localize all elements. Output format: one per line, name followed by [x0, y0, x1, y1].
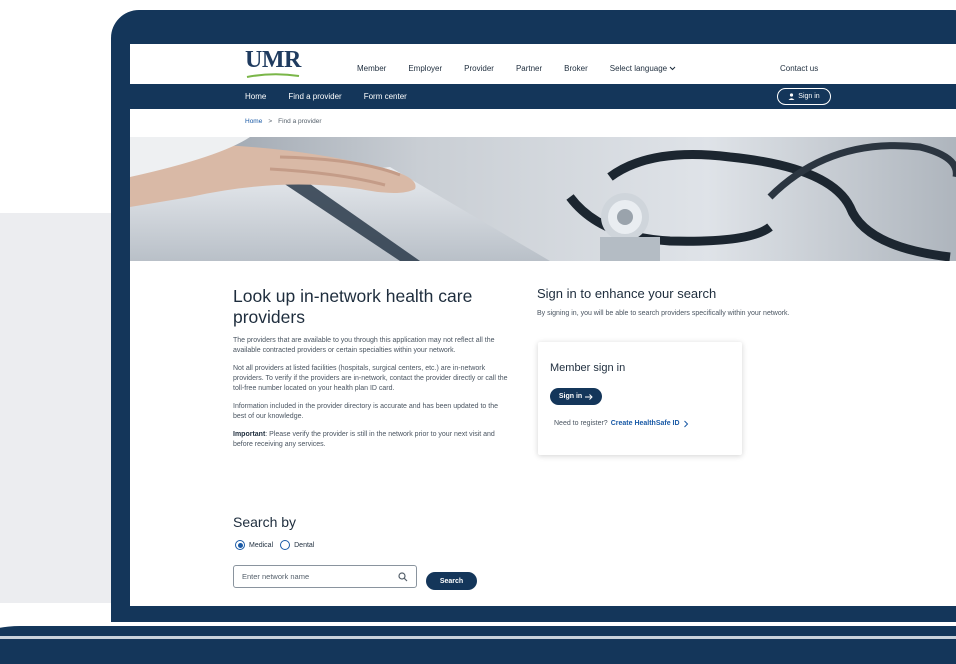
nav-employer[interactable]: Employer — [408, 64, 442, 73]
navbar-form-center[interactable]: Form center — [364, 92, 407, 101]
create-healthsafe-id-link[interactable]: Create HealthSafe ID — [611, 420, 680, 428]
chevron-down-icon — [670, 66, 676, 71]
page-title: Look up in-network health care providers — [233, 286, 473, 327]
main-navbar: Home Find a provider Form center Sign in — [130, 84, 956, 109]
nav-partner[interactable]: Partner — [516, 64, 542, 73]
umr-logo[interactable]: UMR — [245, 48, 301, 78]
logo-swoosh-icon — [246, 73, 300, 78]
navbar-home[interactable]: Home — [245, 92, 266, 101]
contact-us-link[interactable]: Contact us — [780, 64, 818, 73]
language-select[interactable]: Select language — [610, 64, 677, 73]
arrow-right-icon — [585, 393, 593, 400]
medical-radio-label[interactable]: Medical — [249, 542, 273, 549]
breadcrumb-home[interactable]: Home — [245, 118, 262, 125]
intro-paragraph-1: The providers that are available to you … — [233, 337, 495, 354]
sign-in-subtitle: By signing in, you will be able to searc… — [537, 310, 790, 317]
sign-in-heading: Sign in to enhance your search — [537, 286, 717, 301]
header-sign-in-label: Sign in — [798, 93, 820, 100]
stage: UMR Member Employer Provider Partner Bro… — [0, 0, 956, 664]
main-content: Look up in-network health care providers… — [233, 286, 513, 450]
intro-paragraph-2: Not all providers at listed facilities (… — [233, 365, 508, 392]
nav-provider[interactable]: Provider — [464, 64, 494, 73]
header-sign-in-button[interactable]: Sign in — [777, 88, 831, 105]
top-header: UMR Member Employer Provider Partner Bro… — [130, 44, 956, 84]
navbar-links: Home Find a provider Form center — [245, 92, 429, 101]
laptop-base-highlight — [0, 636, 956, 639]
language-label: Select language — [609, 64, 668, 73]
medical-radio[interactable] — [235, 540, 245, 550]
sign-in-section: Sign in to enhance your search By signin… — [537, 286, 817, 319]
network-search-input[interactable]: Enter network name — [233, 565, 417, 588]
breadcrumb-separator: > — [268, 118, 273, 125]
search-icon[interactable] — [398, 571, 408, 582]
search-button[interactable]: Search — [426, 572, 477, 590]
nav-broker[interactable]: Broker — [564, 64, 588, 73]
laptop-base — [0, 626, 956, 664]
dental-radio-label[interactable]: Dental — [294, 542, 314, 549]
nav-member[interactable]: Member — [357, 64, 386, 73]
member-sign-in-label: Sign in — [558, 393, 583, 400]
chevron-right-icon — [683, 420, 688, 428]
user-icon — [788, 93, 795, 100]
top-nav: Member Employer Provider Partner Broker … — [357, 64, 698, 73]
important-note: Important: Please verify the provider is… — [233, 430, 513, 450]
laptop-screen: UMR Member Employer Provider Partner Bro… — [130, 44, 956, 606]
intro-paragraph-3: Information included in the provider dir… — [233, 403, 498, 420]
important-text: : Please verify the provider is still in… — [233, 431, 495, 448]
search-by-heading: Search by — [233, 514, 297, 530]
stethoscope-hero-image — [130, 137, 956, 261]
member-sign-in-button[interactable]: Sign in — [550, 388, 602, 405]
breadcrumb-current: Find a provider — [278, 118, 322, 125]
member-sign-in-card: Member sign in Sign in Need to register?… — [538, 342, 742, 455]
radio-selected-dot — [237, 542, 243, 548]
hero-image — [130, 137, 956, 261]
member-sign-in-title: Member sign in — [550, 362, 626, 374]
important-label: Important — [233, 431, 266, 438]
network-type-radios: Medical Dental — [235, 540, 314, 550]
breadcrumb: Home > Find a provider — [245, 118, 322, 125]
navbar-find-provider[interactable]: Find a provider — [288, 92, 341, 101]
register-text: Need to register? — [554, 420, 608, 427]
search-placeholder: Enter network name — [242, 572, 310, 581]
dental-radio[interactable] — [280, 540, 291, 550]
register-prompt: Need to register? Create HealthSafe ID — [554, 420, 689, 428]
logo-text: UMR — [245, 47, 301, 73]
